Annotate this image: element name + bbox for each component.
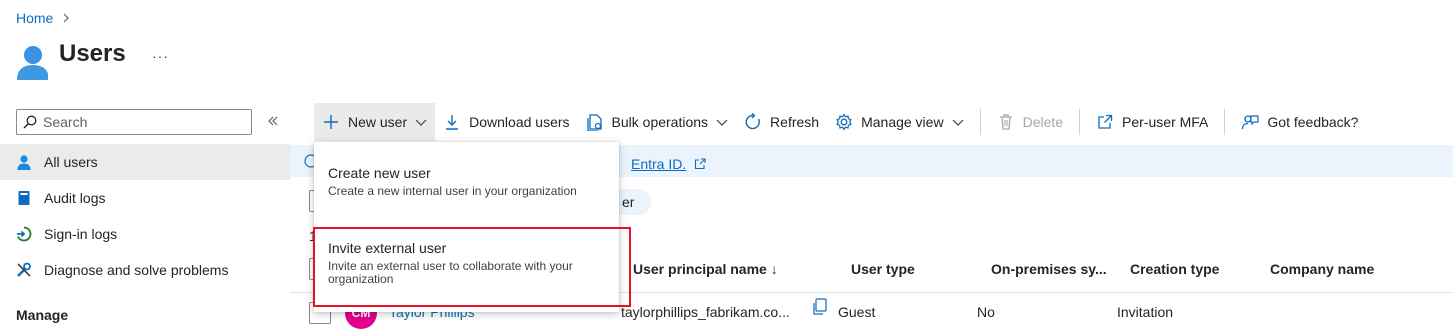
download-icon	[446, 115, 459, 130]
copy-icon[interactable]	[812, 298, 828, 316]
got-feedback-label: Got feedback?	[1267, 114, 1359, 130]
bulk-document-icon	[586, 114, 602, 131]
sidebar-item-diagnose[interactable]: Diagnose and solve problems	[0, 252, 290, 288]
refresh-label: Refresh	[770, 114, 820, 130]
sidebar-item-all-users[interactable]: All users	[0, 144, 290, 180]
sidebar-item-label: Sign-in logs	[44, 226, 118, 242]
manage-view-button[interactable]: Manage view	[827, 103, 972, 141]
user-icon	[17, 155, 31, 170]
gear-icon	[836, 113, 852, 131]
highlight-box	[313, 227, 631, 307]
search-input[interactable]	[43, 114, 233, 130]
refresh-button[interactable]: Refresh	[736, 103, 827, 141]
per-user-mfa-label: Per-user MFA	[1122, 114, 1209, 130]
trash-icon	[999, 114, 1012, 130]
bulk-operations-button[interactable]: Bulk operations	[578, 103, 737, 141]
users-icon	[17, 46, 48, 80]
sidebar-item-audit-logs[interactable]: Audit logs	[0, 180, 290, 216]
user-principal-name: taylorphillips_fabrikam.co...	[621, 304, 790, 320]
column-header-upn[interactable]: User principal name ↓	[633, 261, 778, 277]
column-header-creation-type[interactable]: Creation type	[1130, 261, 1219, 277]
search-field[interactable]	[16, 109, 252, 135]
command-bar: New user Download users Bulk operations …	[314, 103, 1366, 141]
chevron-down-icon	[952, 119, 964, 126]
breadcrumb: Home	[16, 10, 71, 26]
info-link-text: Entra ID.	[631, 156, 687, 172]
column-header-user-type[interactable]: User type	[851, 261, 915, 277]
sidebar-item-sign-in-logs[interactable]: Sign-in logs	[0, 216, 290, 252]
manage-view-label: Manage view	[861, 114, 944, 130]
got-feedback-button[interactable]: Got feedback?	[1233, 103, 1366, 141]
refresh-icon	[745, 113, 760, 130]
per-user-mfa-button[interactable]: Per-user MFA	[1088, 103, 1216, 141]
menu-item-create-new-user[interactable]: Create new user Create a new internal us…	[314, 164, 619, 198]
download-users-label: Download users	[469, 114, 570, 130]
more-options-button[interactable]: ···	[152, 48, 169, 64]
column-header-on-premises[interactable]: On-premises sy...	[991, 261, 1107, 277]
page-title: Users	[59, 40, 126, 67]
column-header-company-name[interactable]: Company name	[1270, 261, 1374, 277]
new-user-button[interactable]: New user	[314, 103, 436, 141]
chevron-down-icon	[716, 119, 728, 126]
on-premises-sync: No	[977, 304, 995, 320]
collapse-sidebar-icon[interactable]	[266, 114, 280, 128]
wrench-icon	[17, 262, 31, 277]
toolbar-divider	[979, 109, 981, 135]
breadcrumb-home[interactable]: Home	[16, 10, 53, 26]
sidebar-section-manage: Manage	[16, 307, 69, 323]
external-link-icon	[695, 158, 706, 170]
menu-item-description: Create a new internal user in your organ…	[328, 184, 577, 198]
menu-item-title: Create new user	[328, 165, 431, 181]
plus-icon	[324, 115, 338, 129]
book-icon	[18, 191, 30, 205]
search-icon	[23, 115, 37, 129]
sidebar-item-label: Diagnose and solve problems	[44, 262, 229, 278]
new-user-label: New user	[348, 114, 408, 130]
sign-in-icon	[17, 226, 32, 242]
sidebar-item-label: All users	[44, 154, 98, 170]
chevron-down-icon	[415, 119, 427, 126]
sidebar-item-label: Audit logs	[44, 190, 106, 206]
external-link-icon	[1098, 114, 1113, 129]
download-users-button[interactable]: Download users	[435, 103, 577, 141]
delete-button[interactable]: Delete	[989, 103, 1071, 141]
info-link[interactable]: Entra ID.	[631, 156, 706, 172]
bulk-operations-label: Bulk operations	[611, 114, 709, 130]
creation-type: Invitation	[1117, 304, 1174, 320]
user-type: Guest	[838, 304, 876, 320]
toolbar-divider	[1079, 109, 1081, 135]
toolbar-divider	[1224, 109, 1226, 135]
feedback-icon	[1242, 115, 1260, 130]
chevron-right-icon	[63, 13, 70, 23]
delete-label: Delete	[1022, 114, 1064, 130]
